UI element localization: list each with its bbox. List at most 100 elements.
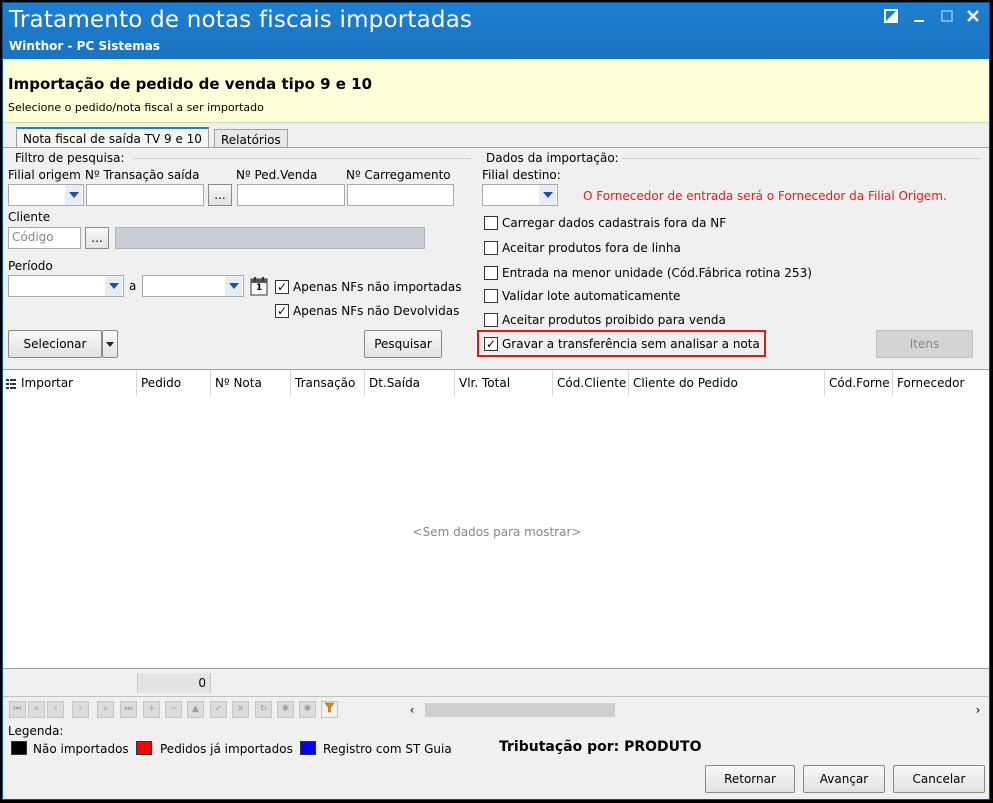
cliente-search-button[interactable]: ... bbox=[85, 227, 109, 249]
option-fora-linha-checkbox[interactable] bbox=[484, 241, 498, 255]
scroll-left-icon[interactable]: ‹ bbox=[405, 703, 419, 717]
itens-button[interactable]: Itens bbox=[876, 330, 973, 358]
option-validar-lote-checkbox[interactable] bbox=[484, 289, 498, 303]
main-window: Tratamento de notas fiscais importadas W… bbox=[2, 2, 990, 800]
tab-divider bbox=[3, 147, 989, 148]
ped-venda-label: Nº Ped.Venda bbox=[236, 168, 318, 182]
ped-venda-input[interactable] bbox=[237, 184, 345, 206]
option-proibido-checkbox[interactable] bbox=[484, 313, 498, 327]
retornar-button[interactable]: Retornar bbox=[705, 765, 795, 793]
close-icon[interactable] bbox=[961, 7, 985, 29]
chevron-down-icon[interactable] bbox=[65, 185, 82, 205]
col-vlr-total[interactable]: Vlr. Total bbox=[455, 370, 553, 396]
option-gravar-label: Gravar a transferência sem analisar a no… bbox=[502, 337, 760, 351]
filter-group-line bbox=[133, 158, 471, 159]
prev-record-icon[interactable]: ‹ bbox=[47, 701, 64, 718]
col-nota[interactable]: Nº Nota bbox=[211, 370, 291, 396]
legend-st-guia: Registro com ST Guia bbox=[323, 742, 452, 756]
import-group-label: Dados da importação: bbox=[486, 151, 619, 165]
filter-group-label: Filtro de pesquisa: bbox=[15, 151, 125, 165]
results-grid: Importar Pedido Nº Nota Transação Dt.Saí… bbox=[3, 369, 989, 669]
maximize-icon[interactable] bbox=[935, 7, 959, 29]
chevron-down-icon[interactable] bbox=[225, 276, 242, 296]
option-carregar-label: Carregar dados cadastrais fora da NF bbox=[502, 216, 727, 230]
tab-relatorios[interactable]: Relatórios bbox=[214, 129, 288, 148]
page-title: Importação de pedido de venda tipo 9 e 1… bbox=[8, 75, 373, 93]
periodo-label: Período bbox=[8, 259, 53, 273]
periodo-separator: a bbox=[129, 279, 137, 293]
option-menor-unidade-checkbox[interactable] bbox=[484, 266, 498, 280]
minimize-icon[interactable] bbox=[907, 7, 931, 29]
col-pedido[interactable]: Pedido bbox=[137, 370, 211, 396]
option-gravar-checkbox[interactable]: ✓ bbox=[484, 337, 498, 351]
periodo-start-combo[interactable] bbox=[8, 275, 124, 297]
pesquisar-button[interactable]: Pesquisar bbox=[364, 330, 442, 358]
col-fornecedor[interactable]: Fornecedor bbox=[893, 370, 989, 396]
filial-origem-combo[interactable] bbox=[8, 184, 84, 206]
col-cod-forne[interactable]: Cód.Forne bbox=[825, 370, 893, 396]
empty-message: <Sem dados para mostrar> bbox=[412, 525, 582, 539]
col-cod-cliente[interactable]: Cód.Cliente bbox=[553, 370, 629, 396]
column-chooser-icon[interactable] bbox=[6, 378, 16, 389]
last-page-icon[interactable]: ⏭ bbox=[120, 701, 137, 718]
carregamento-input[interactable] bbox=[347, 184, 454, 206]
chevron-down-icon[interactable] bbox=[539, 185, 556, 205]
option-proibido-label: Aceitar produtos proibido para venda bbox=[502, 313, 726, 327]
scrollbar-thumb[interactable] bbox=[425, 703, 615, 717]
window-subtitle: Winthor - PC Sistemas bbox=[9, 39, 160, 53]
cancelar-button[interactable]: Cancelar bbox=[893, 765, 985, 793]
col-transacao[interactable]: Transação bbox=[291, 370, 365, 396]
option-carregar-checkbox[interactable] bbox=[484, 216, 498, 230]
avancar-button[interactable]: Avançar bbox=[803, 765, 885, 793]
chevron-down-icon[interactable] bbox=[105, 276, 122, 296]
edit-icon[interactable]: ▲ bbox=[187, 701, 204, 718]
legend-black-swatch bbox=[11, 741, 27, 755]
selecionar-dropdown-button[interactable] bbox=[102, 330, 118, 358]
apenas-nao-devolvidas-checkbox[interactable]: ✓ bbox=[275, 304, 289, 318]
periodo-end-combo[interactable] bbox=[142, 275, 244, 297]
cliente-code-input[interactable]: Código bbox=[8, 227, 81, 249]
delete-icon[interactable]: − bbox=[165, 701, 182, 718]
filial-origem-label: Filial origem bbox=[8, 168, 81, 182]
header-banner: Importação de pedido de venda tipo 9 e 1… bbox=[3, 59, 989, 123]
transacao-input[interactable] bbox=[86, 184, 204, 206]
filial-destino-label: Filial destino: bbox=[482, 168, 561, 182]
col-importar[interactable]: Importar bbox=[3, 370, 137, 396]
restore-icon[interactable] bbox=[879, 7, 903, 29]
bookmark-icon[interactable]: ✱ bbox=[277, 701, 294, 718]
cancel-icon[interactable]: ✕ bbox=[232, 701, 249, 718]
selecionar-button[interactable]: Selecionar bbox=[8, 330, 102, 358]
page-subtitle: Selecione o pedido/nota fiscal a ser imp… bbox=[8, 101, 264, 114]
filial-destino-combo[interactable] bbox=[482, 184, 558, 206]
col-cliente-pedido[interactable]: Cliente do Pedido bbox=[629, 370, 825, 396]
legend-ja-importados: Pedidos já importados bbox=[160, 742, 293, 756]
next-record-icon[interactable]: › bbox=[72, 701, 89, 718]
legend-red-swatch bbox=[136, 741, 152, 755]
filter-icon[interactable] bbox=[321, 701, 338, 718]
transacao-search-button[interactable]: ... bbox=[208, 184, 232, 206]
prev-page-icon[interactable]: « bbox=[28, 701, 45, 718]
cliente-label: Cliente bbox=[8, 210, 51, 224]
goto-bookmark-icon[interactable]: ✱ bbox=[299, 701, 316, 718]
refresh-icon[interactable]: ↻ bbox=[255, 701, 272, 718]
calendar-day: 1 bbox=[256, 283, 263, 293]
window-title: Tratamento de notas fiscais importadas bbox=[9, 7, 473, 33]
option-fora-linha-label: Aceitar produtos fora de linha bbox=[502, 241, 681, 255]
insert-icon[interactable]: + bbox=[143, 701, 160, 718]
apenas-nao-importadas-checkbox[interactable]: ✓ bbox=[275, 280, 289, 294]
legend-title: Legenda: bbox=[8, 724, 64, 738]
scroll-right-icon[interactable]: › bbox=[971, 703, 985, 717]
tab-nota-fiscal[interactable]: Nota fiscal de saída TV 9 e 10 bbox=[16, 127, 209, 148]
import-group-line bbox=[621, 158, 981, 159]
grid-header: Importar Pedido Nº Nota Transação Dt.Saí… bbox=[3, 370, 989, 396]
option-validar-lote-label: Validar lote automaticamente bbox=[502, 289, 681, 303]
grid-navigator: ⏮ « ‹ › » ⏭ + − ▲ ✓ ✕ ↻ ✱ ✱ ‹ › bbox=[3, 697, 989, 723]
col-dt-saida[interactable]: Dt.Saída bbox=[365, 370, 455, 396]
chevron-down-icon bbox=[106, 341, 114, 347]
post-icon[interactable]: ✓ bbox=[210, 701, 227, 718]
calendar-icon[interactable]: 1 bbox=[248, 275, 270, 297]
legend-blue-swatch bbox=[300, 741, 316, 755]
apenas-nao-devolvidas-label: Apenas NFs não Devolvidas bbox=[293, 304, 460, 318]
next-page-icon[interactable]: » bbox=[97, 701, 114, 718]
first-page-icon[interactable]: ⏮ bbox=[9, 701, 26, 718]
